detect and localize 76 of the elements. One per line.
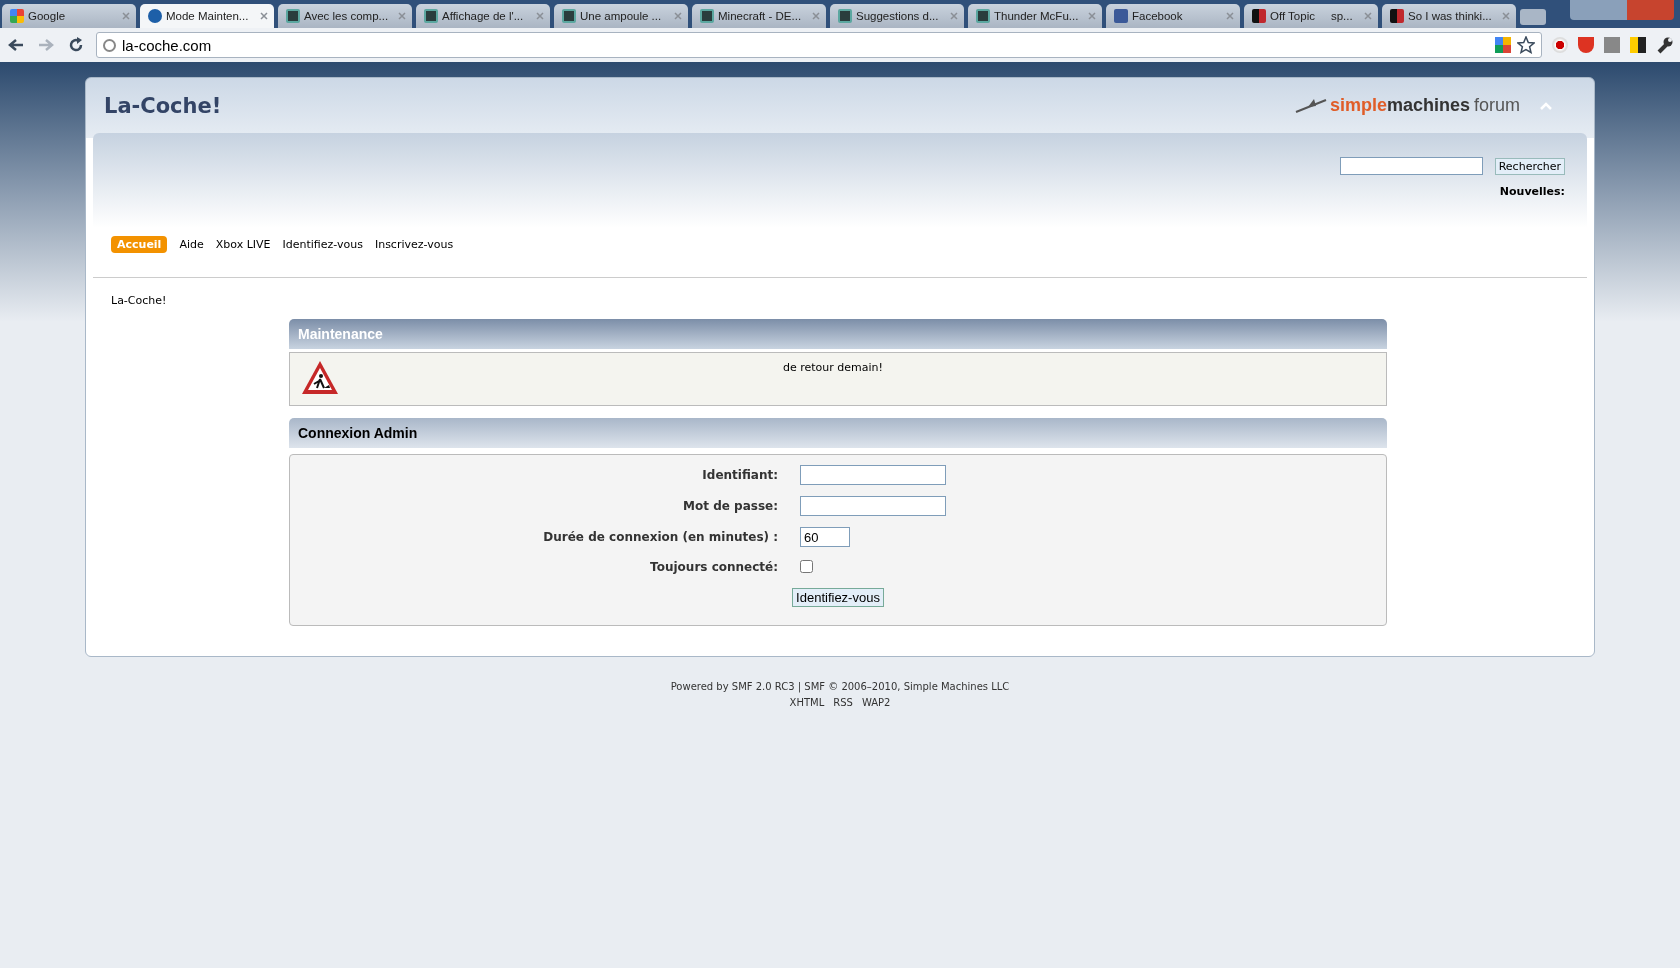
address-bar[interactable]: la-coche.com xyxy=(96,32,1542,58)
window-controls[interactable] xyxy=(1570,0,1674,20)
browser-tab[interactable]: Affichage de l'... xyxy=(416,4,550,28)
square-favicon-icon xyxy=(1390,9,1404,23)
facebook-favicon-icon xyxy=(1114,9,1128,23)
field-label: Mot de passe: xyxy=(682,499,778,513)
input-field[interactable] xyxy=(800,465,946,485)
google-favicon-icon xyxy=(10,9,24,23)
browser-tab[interactable]: Avec les comp... xyxy=(278,4,412,28)
collapse-icon[interactable] xyxy=(1540,101,1552,110)
menu-item[interactable]: Inscrivez-vous xyxy=(374,236,454,253)
road-work-icon xyxy=(300,359,340,397)
section-header: Connexion Admin xyxy=(289,418,1387,448)
close-icon[interactable] xyxy=(1226,12,1234,20)
close-icon[interactable] xyxy=(1088,12,1096,20)
input-field[interactable]: 60 xyxy=(800,527,850,547)
browser-tab[interactable]: Minecraft - DE... xyxy=(692,4,826,28)
field-label: Durée de connexion (en minutes) : xyxy=(542,530,778,544)
browser-tab[interactable]: So I was thinki... xyxy=(1382,4,1516,28)
footer-link[interactable]: WAP2 xyxy=(861,695,891,711)
square-favicon-icon xyxy=(562,9,576,23)
close-icon[interactable] xyxy=(536,12,544,20)
extension-icon[interactable] xyxy=(1495,37,1511,53)
square-favicon-icon xyxy=(838,9,852,23)
close-icon[interactable] xyxy=(1502,12,1510,20)
menu-item[interactable]: Identifiez-vous xyxy=(282,236,363,253)
search-field[interactable] xyxy=(1339,157,1483,175)
square-favicon-icon xyxy=(424,9,438,23)
forum-title: La-Coche! xyxy=(104,93,223,118)
back-icon[interactable] xyxy=(8,38,24,52)
mail-icon[interactable] xyxy=(1604,37,1620,53)
browser-tab[interactable]: Mode Mainten... xyxy=(140,4,274,28)
square-favicon-icon xyxy=(976,9,990,23)
forum-logo: simplemachines forum xyxy=(1293,95,1520,116)
globe-icon xyxy=(103,38,116,52)
browser-tab[interactable]: Facebook xyxy=(1106,4,1240,28)
browser-tab[interactable]: Google xyxy=(2,4,136,28)
square-favicon-icon xyxy=(1252,9,1266,23)
wrench-icon[interactable] xyxy=(1656,36,1674,54)
maintenance-message: de retour demain! xyxy=(782,360,884,376)
browser-tab[interactable]: Thunder McFu... xyxy=(968,4,1102,28)
close-icon[interactable] xyxy=(122,12,130,20)
square-favicon-icon xyxy=(286,9,300,23)
footer-link[interactable]: RSS xyxy=(833,695,853,711)
footer-link[interactable]: XHTML xyxy=(789,695,825,711)
star-icon[interactable] xyxy=(1517,36,1535,54)
close-icon[interactable] xyxy=(674,12,682,20)
menu-item[interactable]: Aide xyxy=(179,236,204,253)
close-icon[interactable] xyxy=(1364,12,1372,20)
phone-icon[interactable] xyxy=(1630,37,1646,53)
copyright-text: Powered by SMF 2.0 RC3 | SMF © 2006–2010, Simple Machines LLC xyxy=(669,680,1011,695)
close-icon[interactable] xyxy=(950,12,958,20)
password-field[interactable] xyxy=(800,496,946,516)
search-button[interactable]: Rechercher xyxy=(1494,157,1565,175)
reload-icon[interactable] xyxy=(68,37,84,53)
square-favicon-icon xyxy=(700,9,714,23)
close-icon[interactable] xyxy=(398,12,406,20)
magnet-icon[interactable] xyxy=(1578,37,1594,53)
checkbox[interactable] xyxy=(800,560,813,573)
menu-item[interactable]: Xbox LIVE xyxy=(215,236,271,253)
login-button[interactable]: Identifiez-vous xyxy=(792,588,884,607)
browser-tab[interactable]: Une ampoule ... xyxy=(554,4,688,28)
browser-tab[interactable]: Suggestions d... xyxy=(830,4,964,28)
round-favicon-icon xyxy=(148,9,162,23)
close-icon[interactable] xyxy=(812,12,820,20)
section-header: Maintenance xyxy=(289,319,1387,349)
url-text: la-coche.com xyxy=(122,36,212,54)
new-tab-button[interactable] xyxy=(1520,9,1546,25)
browser-tab[interactable]: Off Topic sp... xyxy=(1244,4,1378,28)
field-label: Identifiant: xyxy=(701,468,778,482)
news-label: Nouvelles: xyxy=(1498,185,1565,198)
record-icon[interactable] xyxy=(1552,37,1568,53)
field-label: Toujours connecté: xyxy=(649,560,778,574)
forward-icon[interactable] xyxy=(38,38,54,52)
close-icon[interactable] xyxy=(260,12,268,20)
breadcrumb-link[interactable]: La-Coche! xyxy=(111,294,167,307)
